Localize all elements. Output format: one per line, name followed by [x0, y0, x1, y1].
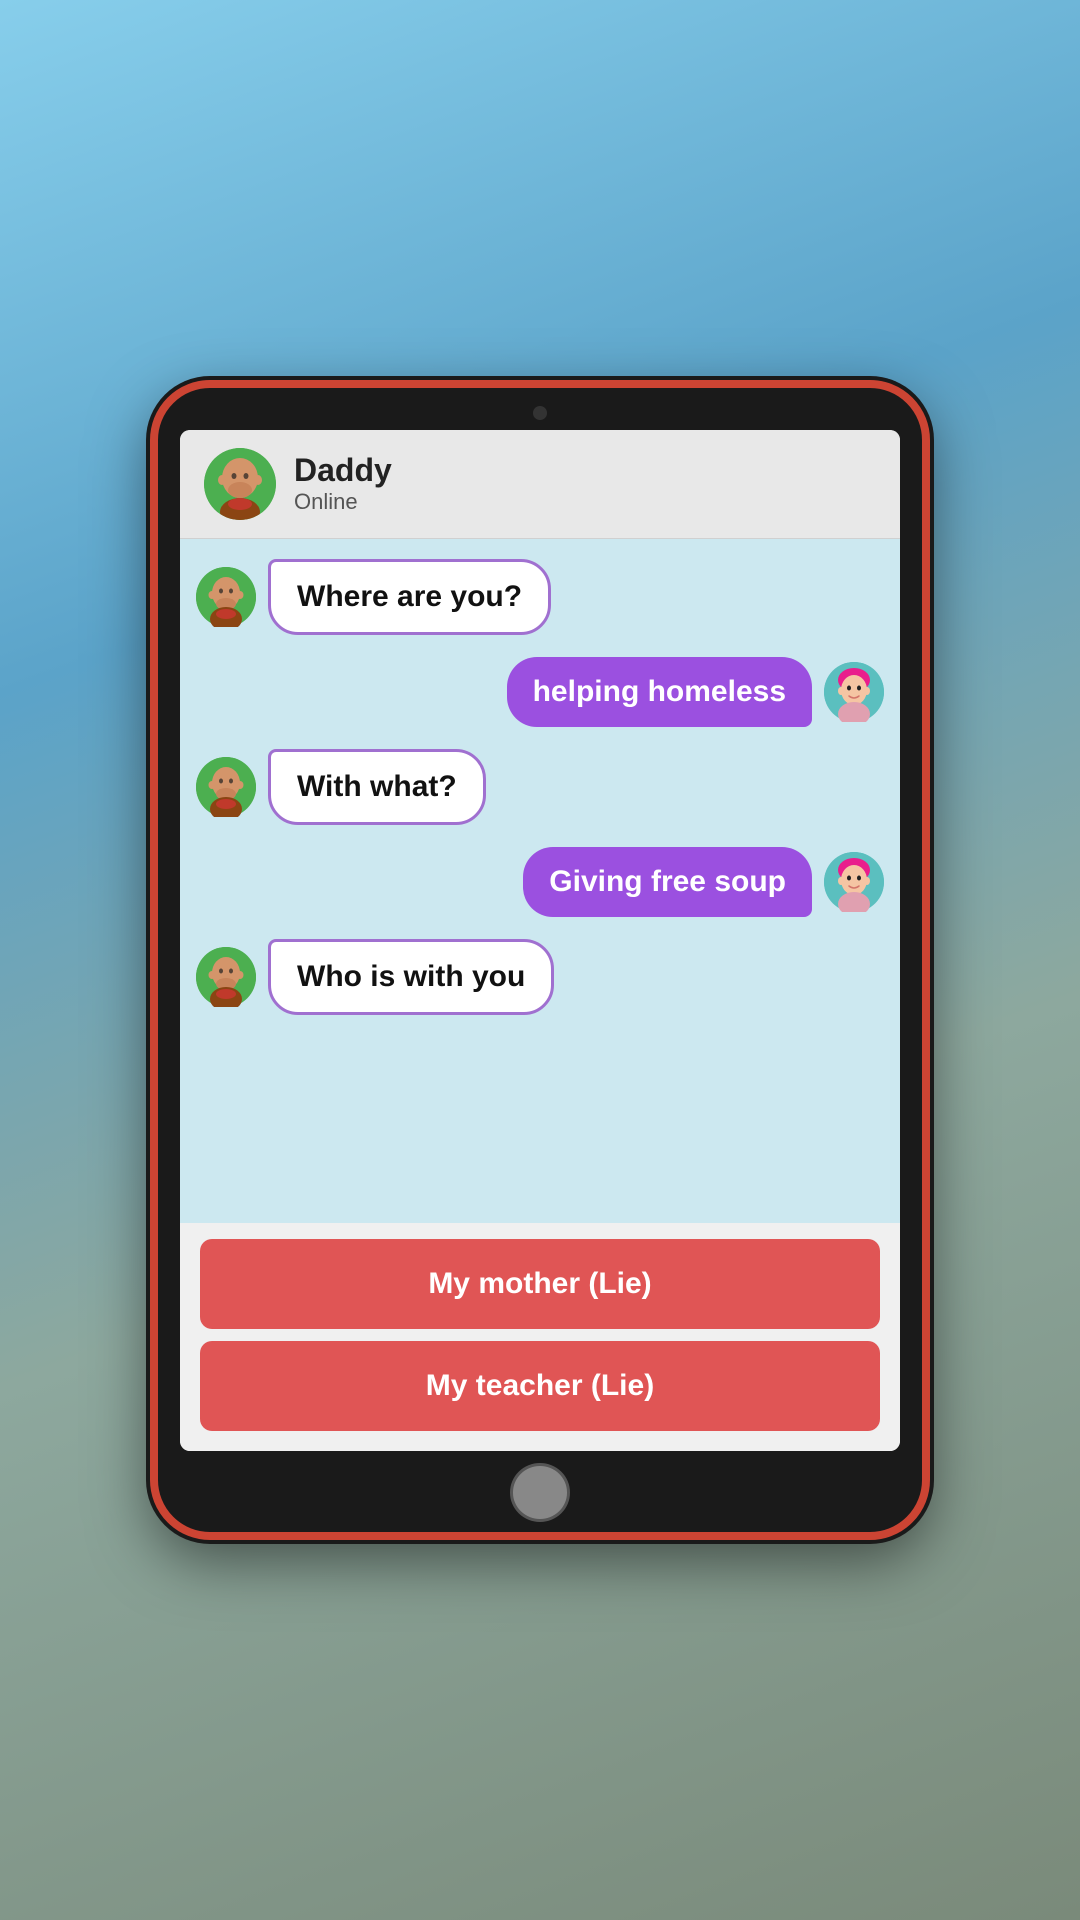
bubble-msg-5: Who is with you — [268, 939, 554, 1015]
msg-avatar-player-1 — [824, 662, 884, 722]
message-row-3: With what? — [196, 749, 884, 825]
contact-avatar — [204, 448, 276, 520]
message-row-1: Where are you? — [196, 559, 884, 635]
bubble-msg-1: Where are you? — [268, 559, 551, 635]
player-svg-2 — [824, 852, 884, 912]
message-row-5: Who is with you — [196, 939, 884, 1015]
msg-avatar-daddy-2 — [196, 757, 256, 817]
bubble-msg-3: With what? — [268, 749, 486, 825]
daddy-small-svg-2 — [196, 757, 256, 817]
contact-name: Daddy — [294, 452, 392, 489]
contact-info: Daddy Online — [294, 452, 392, 515]
msg-avatar-player-2 — [824, 852, 884, 912]
screen: Daddy Online — [180, 430, 900, 1452]
bubble-msg-4: Giving free soup — [523, 847, 812, 917]
player-svg-1 — [824, 662, 884, 722]
msg-avatar-daddy-3 — [196, 947, 256, 1007]
home-button[interactable] — [510, 1463, 570, 1522]
daddy-small-svg-1 — [196, 567, 256, 627]
chat-body: Where are you? helping homeless — [180, 539, 900, 1224]
tablet-device: Daddy Online — [150, 380, 930, 1540]
contact-status: Online — [294, 489, 392, 515]
choice-button-2[interactable]: My teacher (Lie) — [200, 1341, 880, 1431]
camera-dot — [533, 406, 547, 420]
chat-header: Daddy Online — [180, 430, 900, 539]
bubble-msg-2: helping homeless — [507, 657, 812, 727]
chat-footer: My mother (Lie) My teacher (Lie) — [180, 1223, 900, 1451]
msg-avatar-daddy-1 — [196, 567, 256, 627]
message-row-4: Giving free soup — [196, 847, 884, 917]
message-row-2: helping homeless — [196, 657, 884, 727]
daddy-small-svg-3 — [196, 947, 256, 1007]
choice-button-1[interactable]: My mother (Lie) — [200, 1239, 880, 1329]
daddy-avatar-svg — [204, 448, 276, 520]
